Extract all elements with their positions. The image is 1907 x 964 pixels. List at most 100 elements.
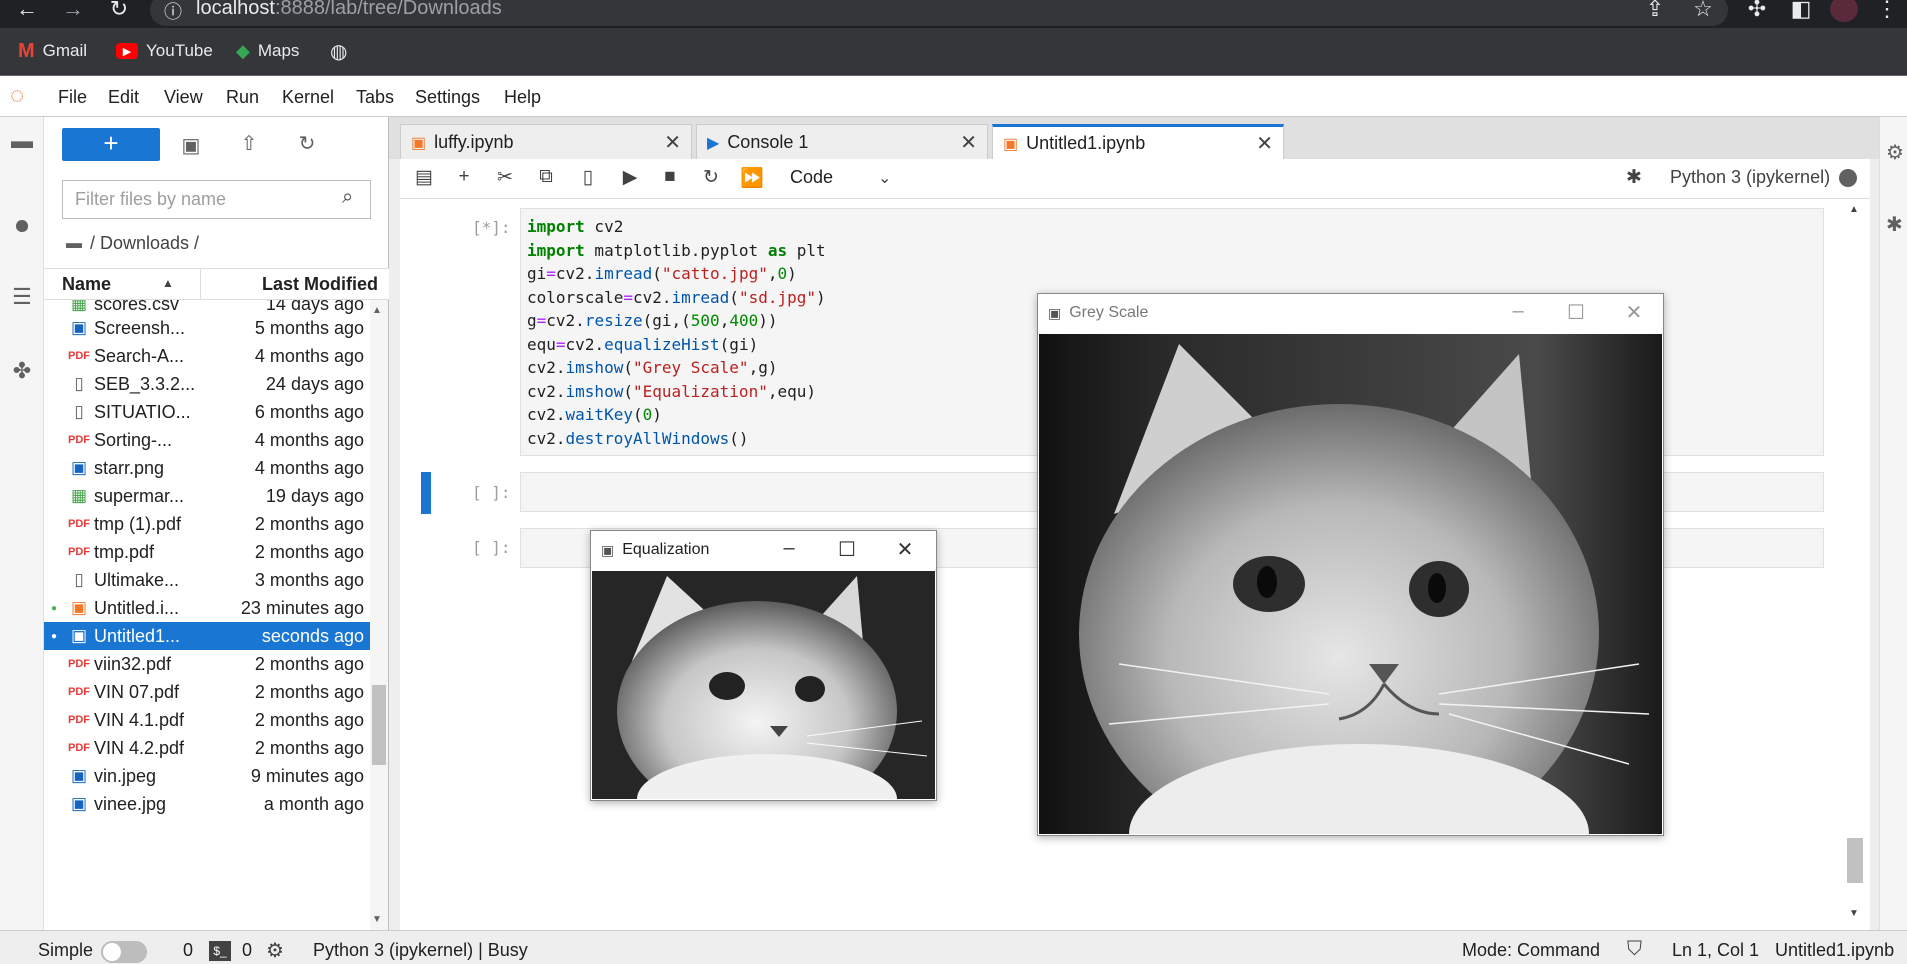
paste-icon[interactable]: ▯ <box>574 166 602 189</box>
close-icon[interactable]: ✕ <box>1614 300 1654 325</box>
new-launcher-button[interactable]: + <box>62 128 160 161</box>
insert-cell-icon[interactable]: + <box>450 166 478 188</box>
bug-icon[interactable]: ✱ <box>1626 166 1642 189</box>
fast-forward-icon[interactable]: ⏩ <box>738 166 766 190</box>
refresh-icon[interactable]: ↻ <box>292 131 322 156</box>
cursor-position[interactable]: Ln 1, Col 1 <box>1672 940 1759 961</box>
file-row[interactable]: ▯ SITUATIO... 6 months ago <box>44 398 370 426</box>
reload-icon[interactable]: ↻ <box>104 0 134 22</box>
menu-tabs[interactable]: Tabs <box>356 87 394 108</box>
file-list-scrollbar[interactable] <box>370 300 388 930</box>
file-row[interactable]: ▯ Ultimake... 3 months ago <box>44 566 370 594</box>
file-row[interactable]: ▣ starr.png 4 months ago <box>44 454 370 482</box>
file-row[interactable]: PDF tmp.pdf 2 months ago <box>44 538 370 566</box>
greyscale-window[interactable]: ▣ Grey Scale – ☐ ✕ <box>1037 293 1664 836</box>
bookmark-gmail[interactable]: M Gmail <box>18 38 87 64</box>
close-icon[interactable]: ✕ <box>664 130 681 155</box>
star-icon[interactable]: ☆ <box>1688 0 1718 22</box>
toggle-knob[interactable] <box>103 943 121 961</box>
forward-icon[interactable]: → <box>58 0 88 22</box>
scroll-up-icon[interactable]: ▲ <box>1849 204 1859 215</box>
bookmark-maps[interactable]: ◆ Maps <box>236 38 299 64</box>
tab-luffy[interactable]: ▣ luffy.ipynb ✕ <box>400 124 692 160</box>
file-row[interactable]: PDF tmp (1).pdf 2 months ago <box>44 510 370 538</box>
scroll-down-icon[interactable]: ▼ <box>372 914 382 925</box>
file-list-scroll-thumb[interactable] <box>372 685 386 765</box>
globe-icon[interactable]: ◍ <box>330 38 347 64</box>
copy-icon[interactable]: ⧉ <box>532 166 560 188</box>
save-icon[interactable]: ▤ <box>410 166 438 189</box>
cell-type-select[interactable]: Code <box>790 167 833 188</box>
maximize-icon[interactable]: ☐ <box>1556 300 1596 325</box>
kernel-name[interactable]: Python 3 (ipykernel) <box>1670 167 1830 188</box>
close-icon[interactable]: ✕ <box>960 130 977 155</box>
file-row[interactable]: ▣ vinee.jpg a month ago <box>44 790 370 818</box>
kernel-chip-icon[interactable]: ⚙ <box>266 938 284 963</box>
file-row[interactable]: ▣ Screensh... 5 months ago <box>44 314 370 342</box>
restart-icon[interactable]: ↻ <box>697 166 725 189</box>
sort-asc-icon[interactable]: ▲ <box>162 276 174 290</box>
cell-source[interactable]: import cv2 import matplotlib.pyplot as p… <box>527 215 826 450</box>
scroll-down-icon[interactable]: ▼ <box>1849 908 1859 919</box>
menu-settings[interactable]: Settings <box>415 87 480 108</box>
running-icon[interactable]: ⏺ <box>0 210 44 242</box>
file-row[interactable]: ▯ SEB_3.3.2... 24 days ago <box>44 370 370 398</box>
new-folder-icon[interactable]: ▣ <box>176 133 206 158</box>
menu-dots-icon[interactable]: ⋮ <box>1872 0 1902 22</box>
shield-icon[interactable]: ⛉ <box>1627 938 1642 961</box>
column-divider[interactable] <box>200 268 201 300</box>
file-row[interactable]: ▦ supermar... 19 days ago <box>44 482 370 510</box>
menu-help[interactable]: Help <box>504 87 541 108</box>
extensions-icon[interactable]: ✣ <box>1742 0 1772 22</box>
folder-icon[interactable]: ▬ <box>0 128 44 154</box>
file-row[interactable]: PDF viin32.pdf 2 months ago <box>44 650 370 678</box>
debugger-icon[interactable]: ✱ <box>1886 212 1903 237</box>
menu-kernel[interactable]: Kernel <box>282 87 334 108</box>
minimize-icon[interactable]: – <box>1498 300 1538 323</box>
tab-untitled1[interactable]: ▣ Untitled1.ipynb ✕ <box>992 124 1284 160</box>
cut-icon[interactable]: ✂ <box>491 166 519 189</box>
file-row[interactable]: PDF VIN 07.pdf 2 months ago <box>44 678 370 706</box>
terminal-icon[interactable]: $_ <box>209 941 231 961</box>
upload-icon[interactable]: ⇧ <box>234 131 264 156</box>
extension-icon[interactable]: ✤ <box>0 358 44 384</box>
scroll-up-icon[interactable]: ▲ <box>372 305 382 316</box>
minimize-icon[interactable]: – <box>769 537 809 560</box>
run-icon[interactable]: ▶ <box>616 166 644 189</box>
file-row[interactable]: PDF VIN 4.2.pdf 2 months ago <box>44 734 370 762</box>
file-row[interactable]: ● ▣ Untitled.i... 23 minutes ago <box>44 594 370 622</box>
terminals-count[interactable]: 0 <box>183 940 193 961</box>
maximize-icon[interactable]: ☐ <box>827 537 867 562</box>
url-text[interactable]: localhost:8888/lab/tree/Downloads <box>196 0 502 20</box>
current-file[interactable]: Untitled1.ipynb <box>1775 940 1894 961</box>
property-inspector-icon[interactable]: ⚙ <box>1886 140 1904 165</box>
close-icon[interactable]: ✕ <box>1256 131 1273 156</box>
menu-edit[interactable]: Edit <box>108 87 139 108</box>
tab-console[interactable]: ▶ Console 1 ✕ <box>696 124 988 160</box>
equalization-window[interactable]: ▣ Equalization – ☐ ✕ <box>590 530 937 801</box>
toc-icon[interactable]: ☰ <box>0 284 44 310</box>
kernels-count[interactable]: 0 <box>242 940 252 961</box>
notebook-scroll-thumb[interactable] <box>1847 838 1863 883</box>
share-icon[interactable]: ⇪ <box>1640 0 1670 22</box>
file-row[interactable]: ● ▣ Untitled1... seconds ago <box>44 622 370 650</box>
file-row[interactable]: ▣ vin.jpeg 9 minutes ago <box>44 762 370 790</box>
kernel-status[interactable]: Python 3 (ipykernel) | Busy <box>313 940 528 961</box>
breadcrumb[interactable]: ▬ / Downloads / <box>66 233 199 254</box>
menu-view[interactable]: View <box>164 87 203 108</box>
menu-file[interactable]: File <box>58 87 87 108</box>
column-last-modified[interactable]: Last Modified <box>262 274 378 295</box>
editor-mode[interactable]: Mode: Command <box>1462 940 1600 961</box>
back-icon[interactable]: ← <box>12 0 42 22</box>
column-name[interactable]: Name <box>62 274 111 295</box>
close-icon[interactable]: ✕ <box>885 537 925 562</box>
file-row[interactable]: PDF VIN 4.1.pdf 2 months ago <box>44 706 370 734</box>
bookmark-youtube[interactable]: ▶ YouTube <box>116 38 213 64</box>
file-row[interactable]: PDF Search-A... 4 months ago <box>44 342 370 370</box>
menu-run[interactable]: Run <box>226 87 259 108</box>
info-icon[interactable]: ⓘ <box>164 0 182 24</box>
notebook-scrollbar[interactable] <box>1846 200 1864 927</box>
chevron-down-icon[interactable]: ⌄ <box>878 168 891 188</box>
sidepanel-icon[interactable]: ◧ <box>1786 0 1816 22</box>
stop-icon[interactable]: ■ <box>656 166 684 188</box>
